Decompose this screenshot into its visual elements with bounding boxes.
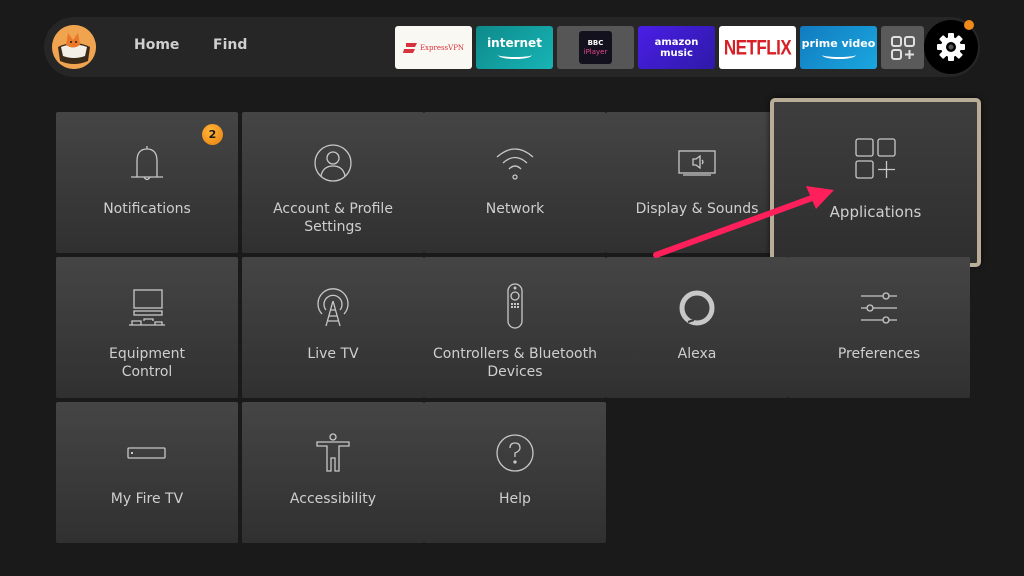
sliders-icon [861, 292, 897, 324]
bell-icon [131, 146, 163, 181]
tile-label: Display & Sounds [635, 201, 759, 217]
tile-label: My Fire TV [110, 491, 184, 507]
app-label: prime video [801, 36, 876, 50]
amazon-smile-icon [821, 51, 856, 59]
user-circle-icon [314, 144, 352, 182]
tile-network[interactable]: Network [424, 112, 606, 253]
tile-equipment-control[interactable]: Equipment Control [56, 257, 238, 398]
tile-preferences[interactable]: Preferences [788, 257, 970, 398]
alexa-ring-icon [679, 290, 715, 326]
fox-avatar-icon [52, 25, 96, 69]
app-expressvpn[interactable]: ExpressVPN [395, 26, 472, 69]
help-circle-icon [496, 434, 534, 472]
accessibility-icon [316, 433, 350, 472]
tile-account-profile[interactable]: Account & Profile Settings [242, 112, 424, 253]
tile-label: Equipment Control [109, 346, 185, 380]
tile-notifications[interactable]: Notifications 2 [56, 112, 238, 253]
app-label: amazon music [654, 36, 699, 59]
nav-home[interactable]: Home [134, 37, 179, 53]
tile-live-tv[interactable]: Live TV [242, 257, 424, 398]
tile-label: Network [485, 201, 545, 217]
tile-my-fire-tv[interactable]: My Fire TV [56, 402, 238, 543]
antenna-icon [317, 288, 349, 327]
tile-controllers-bluetooth[interactable]: Controllers & Bluetooth Devices [424, 257, 606, 398]
profile-avatar[interactable] [52, 25, 96, 69]
app-label: ExpressVPN [419, 43, 465, 52]
notification-count-badge: 2 [202, 124, 223, 145]
all-apps-button[interactable] [881, 26, 924, 69]
app-label-top: BBC [587, 39, 604, 47]
tv-speaker-icon [678, 150, 716, 176]
tile-label: Controllers & Bluetooth Devices [433, 346, 597, 380]
equipment-icon [129, 289, 165, 326]
remote-icon [507, 283, 523, 329]
top-navigation-bar: Home Find ExpressVPN internet BBC iPlaye… [44, 17, 980, 77]
app-internet[interactable]: internet [476, 26, 553, 69]
tile-applications[interactable]: Applications [770, 98, 981, 267]
tile-label: Account & Profile Settings [273, 201, 393, 235]
app-label-bottom: iPlayer [583, 48, 608, 56]
app-label: internet [487, 36, 542, 50]
app-prime-video[interactable]: prime video [800, 26, 877, 69]
tile-label: Preferences [837, 346, 921, 362]
app-label: NETFLIX [723, 35, 792, 59]
tile-label: Alexa [677, 346, 717, 362]
tile-label: Live TV [307, 346, 359, 362]
apps-grid-plus-icon [854, 138, 896, 179]
tile-label: Help [499, 491, 531, 507]
fire-tv-device-icon [127, 447, 166, 459]
tile-alexa[interactable]: Alexa [606, 257, 788, 398]
tile-help[interactable]: Help [424, 402, 606, 543]
tile-label: Notifications [103, 201, 191, 217]
expressvpn-logo-icon [402, 42, 417, 53]
tile-display-sounds[interactable]: Display & Sounds [606, 112, 788, 253]
app-bbc-iplayer[interactable]: BBC iPlayer [557, 26, 634, 69]
app-netflix[interactable]: NETFLIX [719, 26, 796, 69]
app-amazon-music[interactable]: amazon music [638, 26, 715, 69]
apps-grid-plus-icon [890, 35, 915, 60]
nav-find[interactable]: Find [213, 37, 247, 53]
wifi-icon [496, 148, 534, 180]
amazon-smile-icon [497, 51, 532, 59]
tile-label: Applications [829, 203, 922, 221]
notification-dot [964, 20, 974, 30]
tile-accessibility[interactable]: Accessibility [242, 402, 424, 543]
tile-label: Accessibility [289, 491, 377, 507]
gear-icon [937, 33, 965, 61]
